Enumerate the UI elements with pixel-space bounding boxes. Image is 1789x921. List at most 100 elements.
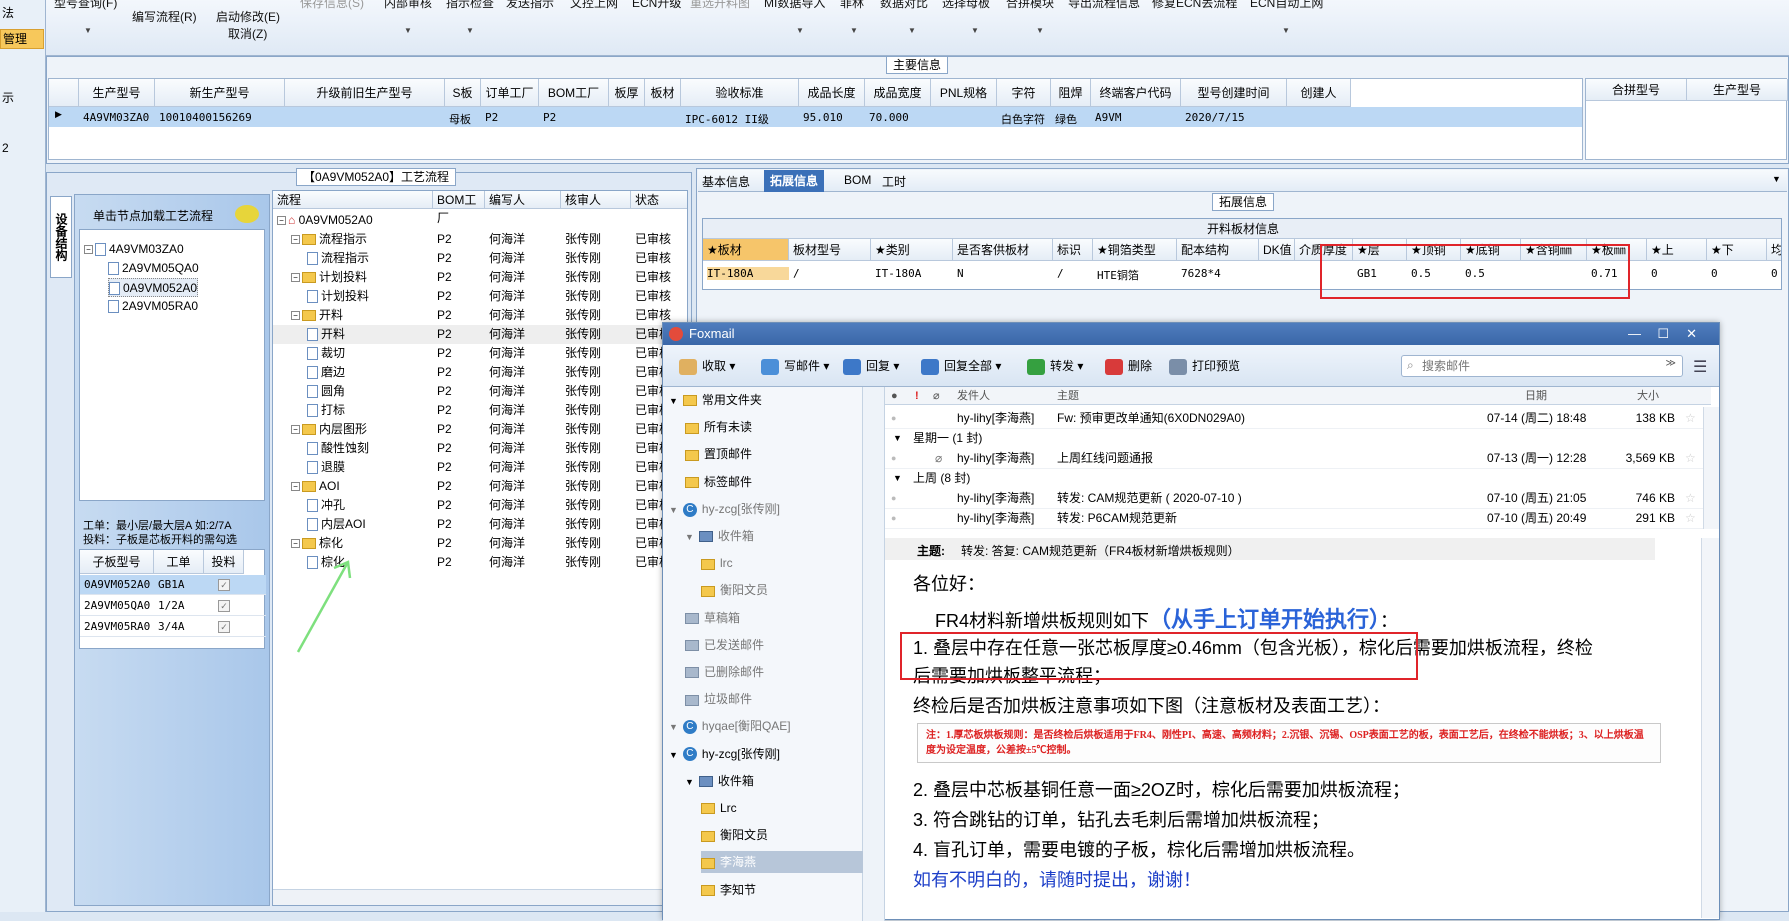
folder-item[interactable]: 衡阳文员 <box>701 824 768 846</box>
ribbon-btn-send[interactable]: 发送指示 <box>506 0 554 11</box>
h-scrollbar[interactable] <box>273 889 687 905</box>
col-header[interactable]: BOM工厂 <box>539 79 609 107</box>
list-item[interactable]: ● hy-lihy[李海燕] 转发: P6CAM规范更新 07-10 (周五) 20:… <box>885 507 1711 529</box>
collapse-icon[interactable]: − <box>291 425 300 435</box>
col-header[interactable]: 订单工厂 <box>481 79 539 107</box>
receive-button[interactable]: 收取 ▾ <box>679 357 735 375</box>
collapse-icon[interactable]: − <box>291 273 300 283</box>
ribbon-btn-export[interactable]: 导出流程信息 <box>1068 0 1140 11</box>
folder-item[interactable]: ▼ 收件箱 <box>685 525 754 547</box>
folder-item[interactable]: lrc <box>701 552 733 574</box>
account-item[interactable]: ▼ Chy-zcg[张传刚] <box>669 498 780 520</box>
expand-icon[interactable]: ▼ <box>893 427 902 449</box>
ribbon-btn-check[interactable]: 指示检查 <box>446 0 494 11</box>
account-item[interactable]: ▼ Chyqae[衡阳QAE] <box>669 715 791 737</box>
ribbon-btn-reselect[interactable]: 重选开料图 <box>690 0 750 11</box>
col-header[interactable]: ★板材 <box>703 239 789 261</box>
col-header[interactable]: 编写人 <box>485 191 561 209</box>
folder-item[interactable]: 李知节 <box>701 879 756 901</box>
ribbon-btn-query[interactable]: 型号查询(F) <box>54 0 117 11</box>
ribbon-btn-select-mother[interactable]: 选择母板 <box>942 0 990 11</box>
print-preview-button[interactable]: 打印预览 <box>1169 357 1240 375</box>
expand-icon[interactable]: ▼ <box>669 750 678 760</box>
col-header[interactable]: 生产型号 <box>1687 79 1788 101</box>
col-size[interactable]: 大小 <box>1637 387 1659 405</box>
collapse-icon[interactable]: − <box>84 245 93 255</box>
splitter[interactable] <box>863 387 885 921</box>
expand-icon[interactable]: ▼ <box>685 532 694 542</box>
body-scrollbar[interactable] <box>1701 538 1719 918</box>
list-item[interactable]: ● hy-lihy[李海燕] 转发: CAM规范更新 ( 2020-07-10 ) 0… <box>885 487 1711 509</box>
tab-extended[interactable]: 拓展信息 <box>764 170 825 192</box>
delete-button[interactable]: 删除 <box>1105 357 1152 375</box>
menu-icon[interactable]: ☰ <box>1693 357 1707 377</box>
dropdown-arrow-icon[interactable]: ▼ <box>84 26 92 35</box>
col-header[interactable]: 流程 <box>273 191 433 209</box>
ribbon-btn-merge[interactable]: 合拼模块 <box>1006 0 1054 11</box>
flow-step[interactable]: 打标 <box>307 401 345 420</box>
list-group[interactable]: ▼ 星期一 (1 封) <box>885 427 1711 449</box>
tree-node[interactable]: −4A9VM03ZA0 <box>84 240 184 259</box>
list-item[interactable]: ● hy-lihy[李海燕] Fw: 预审更改单通知(6X0DN029A0) 07-1… <box>885 407 1711 429</box>
tree-node-selected[interactable]: 0A9VM052A0 <box>108 278 199 297</box>
col-date[interactable]: 日期 <box>1525 387 1547 405</box>
dropdown-arrow-icon[interactable]: ▼ <box>796 26 804 35</box>
vtab-equipment[interactable]: 设备结构 <box>50 196 72 278</box>
col-from[interactable]: 发件人 <box>957 387 990 405</box>
flow-group[interactable]: − AOI <box>291 477 340 496</box>
dropdown-arrow-icon[interactable]: ▼ <box>1282 26 1290 35</box>
checkbox[interactable]: ✓ <box>218 579 230 591</box>
col-header[interactable]: 板厚 <box>609 79 645 107</box>
ribbon-btn-publish[interactable]: 文控上网 <box>570 0 618 11</box>
expand-icon[interactable]: ▼ <box>669 396 678 406</box>
collapse-icon[interactable]: − <box>291 482 300 492</box>
flow-group[interactable]: − 开料 <box>291 306 343 325</box>
checkbox[interactable]: ✓ <box>218 621 230 633</box>
col-header[interactable]: 型号创建时间 <box>1181 79 1287 107</box>
col-header[interactable]: 新生产型号 <box>155 79 285 107</box>
read-dot-icon[interactable]: ● <box>891 487 896 509</box>
tree-node[interactable]: 2A9VM05QA0 <box>108 259 199 278</box>
account-item[interactable]: ▼ Chy-zcg[张传刚] <box>669 743 780 765</box>
col-header[interactable]: 验收标准 <box>681 79 799 107</box>
flow-group[interactable]: − 内层图形 <box>291 420 367 439</box>
dropdown-arrow-icon[interactable]: ▼ <box>971 26 979 35</box>
folder-item[interactable]: 标签邮件 <box>685 471 752 493</box>
folder-item[interactable]: 衡阳文员 <box>701 579 768 601</box>
tab-basic[interactable]: 基本信息 <box>702 173 750 190</box>
col-header[interactable]: 是否客供板材 <box>953 239 1053 261</box>
flow-step[interactable]: 酸性蚀刻 <box>307 439 369 458</box>
col-header[interactable]: 创建人 <box>1287 79 1351 107</box>
folder-item[interactable]: 所有未读 <box>685 416 752 438</box>
foxmail-titlebar[interactable]: Foxmail — ☐ ✕ <box>663 323 1719 345</box>
ribbon-btn-ecn-auto[interactable]: ECN自动上网 <box>1250 0 1323 11</box>
star-icon[interactable]: ☆ <box>1685 407 1696 429</box>
star-icon[interactable]: ☆ <box>1685 487 1696 509</box>
flow-step[interactable]: 冲孔 <box>307 496 345 515</box>
flow-step[interactable]: 计划投料 <box>307 287 369 306</box>
col-header[interactable]: BOM工厂 <box>433 191 485 225</box>
forward-button[interactable]: 转发 ▾ <box>1027 357 1083 375</box>
folder-item[interactable]: Lrc <box>701 797 737 819</box>
col-header[interactable]: DK值 <box>1259 239 1295 261</box>
col-header[interactable]: 合拼型号 <box>1586 79 1687 101</box>
col-header[interactable]: 状态 <box>631 191 687 209</box>
col-header[interactable]: 成品长度 <box>799 79 865 107</box>
col-header[interactable]: ★铜箔类型 <box>1093 239 1177 261</box>
folder-item[interactable]: 置顶邮件 <box>685 443 752 465</box>
minimize-icon[interactable]: — <box>1628 323 1641 345</box>
col-header[interactable]: 均 <box>1767 239 1781 261</box>
folder-item[interactable]: 已发送邮件 <box>685 634 764 656</box>
expand-icon[interactable]: ▼ <box>669 722 678 732</box>
ribbon-btn-repair-ecn[interactable]: 修复ECN丢流程 <box>1152 0 1237 11</box>
col-header[interactable]: 生产型号 <box>79 79 155 107</box>
col-header[interactable]: 升级前旧生产型号 <box>285 79 445 107</box>
read-col-icon[interactable]: ● <box>891 387 898 405</box>
tab-worktime[interactable]: 工时 <box>882 173 906 190</box>
dropdown-arrow-icon[interactable]: ▼ <box>1036 26 1044 35</box>
col-header[interactable]: 成品宽度 <box>865 79 931 107</box>
ribbon-btn-internal-review[interactable]: 内部审核 <box>384 0 432 11</box>
col-header[interactable]: 终端客户代码 <box>1091 79 1181 107</box>
search-input[interactable] <box>1422 358 1652 374</box>
dropdown-arrow-icon[interactable]: ▼ <box>1772 174 1781 184</box>
